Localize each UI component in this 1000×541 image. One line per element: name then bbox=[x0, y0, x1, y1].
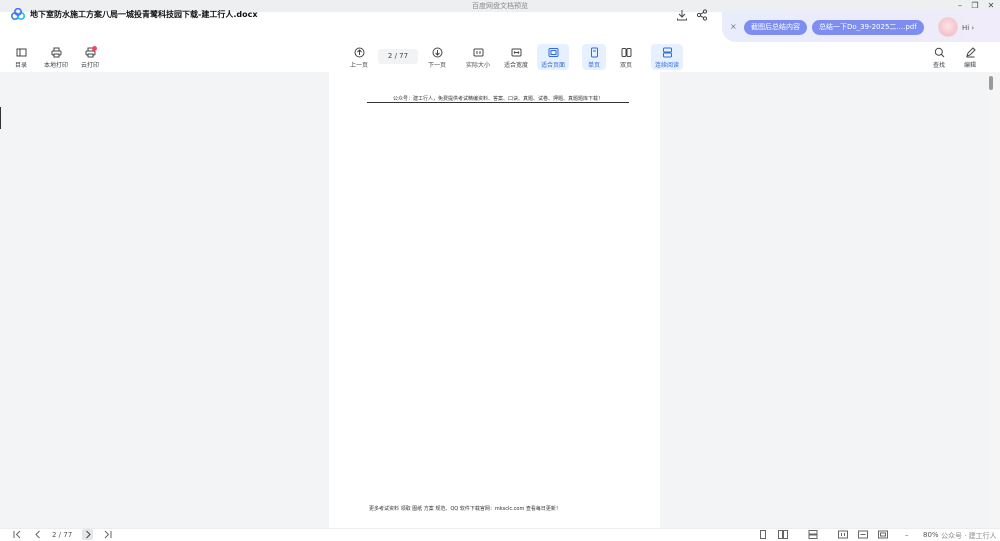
document-page[interactable] bbox=[329, 72, 660, 528]
minimize-button[interactable]: – bbox=[953, 0, 967, 12]
baidu-netdisk-logo-icon bbox=[11, 8, 25, 20]
arrow-up-circle-icon bbox=[354, 47, 364, 58]
summarize-screenshot-chip[interactable]: 截图后总结内容 bbox=[744, 20, 807, 35]
toc-button[interactable]: 目录 bbox=[10, 44, 32, 70]
next-page-button[interactable]: 下一页 bbox=[424, 44, 450, 70]
pencil-icon bbox=[965, 47, 976, 58]
prev-page-icon[interactable] bbox=[33, 530, 43, 539]
document-preview-app: 百度网盘文档预览 – ❐ ✕ 地下室防水施工方案八局一城投青鹭科技园下载-建工行… bbox=[0, 0, 1000, 541]
last-page-icon[interactable] bbox=[103, 530, 113, 539]
fit-width-button[interactable]: 适合宽度 bbox=[500, 44, 532, 70]
single-page-icon bbox=[590, 47, 598, 58]
assistant-close-icon[interactable]: × bbox=[730, 22, 737, 31]
fit-page-button[interactable]: 适合页面 bbox=[537, 44, 569, 70]
double-page-icon bbox=[621, 48, 631, 57]
toc-label: 目录 bbox=[14, 62, 27, 69]
text-cursor bbox=[0, 107, 1, 129]
share-icon[interactable] bbox=[696, 9, 708, 21]
notification-dot bbox=[92, 46, 97, 51]
status-bar bbox=[0, 528, 1000, 541]
zoom-level[interactable]: 80% bbox=[923, 530, 939, 540]
vertical-scrollbar[interactable] bbox=[988, 72, 1000, 528]
local-print-button[interactable]: 本地打印 bbox=[40, 44, 72, 70]
scrollbar-thumb[interactable] bbox=[989, 76, 993, 90]
fit-page-icon bbox=[548, 48, 558, 57]
page-header-text: 公众号：建工行人，免费提供考试精编资料、答案、口诀、真题、试卷、押题、真题题库下… bbox=[392, 96, 603, 102]
find-label: 查找 bbox=[932, 62, 945, 69]
next-page-icon[interactable] bbox=[83, 530, 93, 539]
next-page-label: 下一页 bbox=[427, 62, 446, 69]
cloud-print-button[interactable]: 云打印 bbox=[78, 44, 102, 70]
find-button[interactable]: 查找 bbox=[928, 44, 950, 70]
double-page-label: 双页 bbox=[619, 62, 632, 69]
page-number-input[interactable]: 2 / 77 bbox=[378, 49, 418, 64]
watermark-text: 公众号 · 建工行人 bbox=[941, 532, 997, 540]
actual-size-view-icon[interactable] bbox=[838, 530, 848, 539]
continuous-scroll-icon bbox=[662, 47, 672, 58]
arrow-down-circle-icon bbox=[432, 47, 442, 58]
prev-page-button[interactable]: 上一页 bbox=[346, 44, 372, 70]
continuous-reading-button[interactable]: 连续阅读 bbox=[651, 44, 683, 70]
page-header-rule bbox=[367, 102, 629, 103]
summarize-file-chip[interactable]: 总结一下Do_39-2025二....pdf bbox=[812, 20, 924, 35]
fit-width-icon bbox=[511, 48, 521, 57]
fit-page-view-icon[interactable] bbox=[878, 530, 888, 539]
single-page-label: 单页 bbox=[587, 62, 600, 69]
prev-page-label: 上一页 bbox=[349, 62, 368, 69]
document-title: 地下室防水施工方案八局一城投青鹭科技园下载-建工行人.docx bbox=[30, 10, 258, 19]
double-page-button[interactable]: 双页 bbox=[614, 44, 638, 70]
actual-size-icon bbox=[473, 48, 483, 57]
printer-icon bbox=[51, 47, 61, 58]
actual-size-button[interactable]: 实际大小 bbox=[462, 44, 494, 70]
fit-width-label: 适合宽度 bbox=[503, 62, 528, 69]
page-footer-text: 更多考试资料 领取 图纸 方案 规范、QQ 软件下载官网：mksclc.com … bbox=[369, 506, 561, 512]
single-page-view-icon[interactable] bbox=[758, 530, 768, 539]
fit-width-view-icon[interactable] bbox=[858, 530, 868, 539]
assistant-avatar[interactable] bbox=[938, 17, 958, 37]
continuous-view-icon[interactable] bbox=[808, 530, 818, 539]
download-icon[interactable] bbox=[676, 9, 688, 21]
edit-button[interactable]: 编辑 bbox=[959, 44, 981, 70]
toc-icon bbox=[16, 48, 26, 57]
actual-size-label: 实际大小 bbox=[465, 62, 490, 69]
fit-page-label: 适合页面 bbox=[540, 62, 565, 69]
assistant-greeting[interactable]: Hi › bbox=[962, 24, 974, 32]
zoom-out-button[interactable]: – bbox=[905, 530, 909, 540]
double-page-view-icon[interactable] bbox=[778, 530, 788, 539]
cloud-print-label: 云打印 bbox=[80, 62, 99, 69]
single-page-button[interactable]: 单页 bbox=[582, 44, 606, 70]
continuous-reading-label: 连续阅读 bbox=[654, 62, 679, 69]
restore-button[interactable]: ❐ bbox=[968, 0, 982, 12]
local-print-label: 本地打印 bbox=[43, 62, 68, 69]
search-icon bbox=[934, 47, 944, 58]
status-page-indicator[interactable]: 2 / 77 bbox=[52, 530, 72, 540]
edit-label: 编辑 bbox=[963, 62, 976, 69]
first-page-icon[interactable] bbox=[12, 530, 22, 539]
close-window-button[interactable]: ✕ bbox=[984, 0, 998, 12]
